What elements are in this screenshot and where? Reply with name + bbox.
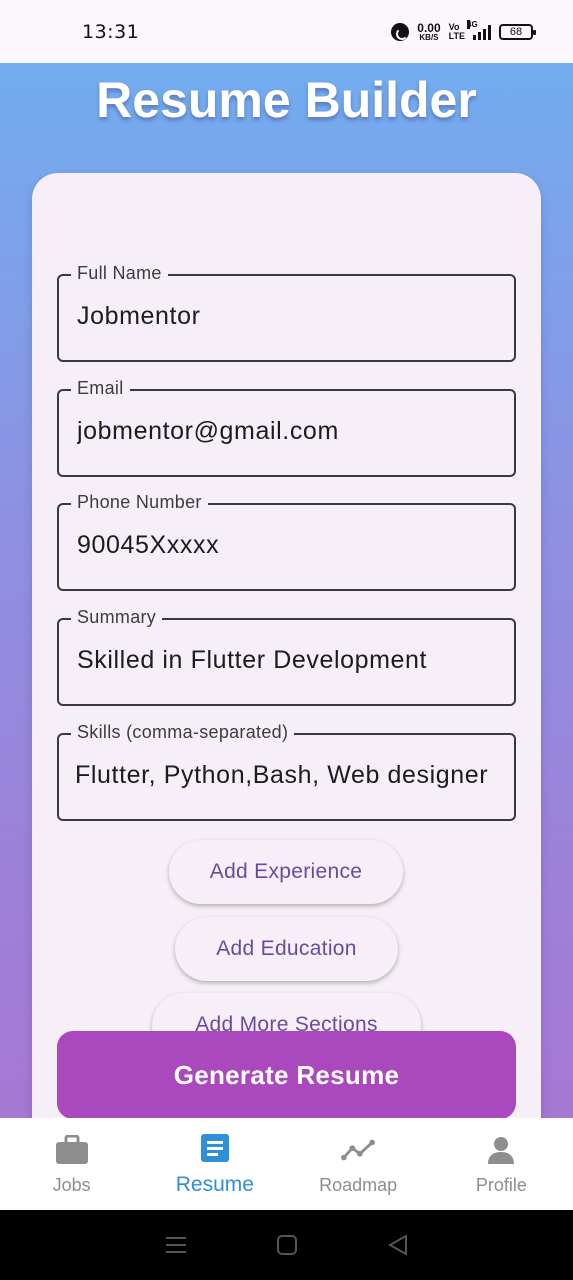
nav-item-jobs[interactable]: Jobs bbox=[0, 1118, 143, 1210]
status-icons: 0.00 KB/S Vo LTE 4G 68 bbox=[391, 19, 536, 42]
phone-input[interactable]: 90045Xxxxx bbox=[77, 531, 507, 560]
nav-label-resume: Resume bbox=[175, 1173, 254, 1196]
nav-item-resume[interactable]: Resume bbox=[143, 1118, 286, 1210]
person-icon bbox=[484, 1133, 518, 1167]
phone-label: Phone Number bbox=[71, 492, 208, 513]
summary-label: Summary bbox=[71, 607, 163, 628]
bottom-navigation: Jobs Resume Roadmap Profile bbox=[0, 1118, 573, 1210]
nav-item-roadmap[interactable]: Roadmap bbox=[287, 1118, 430, 1210]
briefcase-icon bbox=[55, 1133, 89, 1167]
network-speed: 0.00 KB/S bbox=[417, 22, 440, 42]
summary-field[interactable]: Summary Skilled in Flutter Development bbox=[57, 607, 516, 706]
resume-form-card: Full Name Jobmentor Email jobmentor@gmai… bbox=[32, 173, 541, 1118]
nav-label-roadmap: Roadmap bbox=[319, 1174, 398, 1195]
phone-field[interactable]: Phone Number 90045Xxxxx bbox=[57, 492, 516, 591]
app-background: Resume Builder Full Name Jobmentor Email… bbox=[0, 63, 573, 1118]
roadmap-icon bbox=[341, 1133, 376, 1167]
system-navigation-bar bbox=[0, 1210, 573, 1280]
generate-resume-button[interactable]: Generate Resume bbox=[57, 1031, 516, 1118]
signal-4g-label: 4G bbox=[467, 19, 478, 29]
nav-label-profile: Profile bbox=[475, 1174, 527, 1195]
network-speed-unit: KB/S bbox=[419, 32, 439, 42]
full-name-input[interactable]: Jobmentor bbox=[77, 302, 507, 331]
volte-bottom: LTE bbox=[448, 30, 465, 41]
battery-icon: 68 bbox=[499, 23, 536, 40]
network-speed-value: 0.00 bbox=[417, 20, 441, 35]
signal-icon: 4G bbox=[467, 19, 491, 40]
add-experience-button[interactable]: Add Experience bbox=[169, 840, 403, 904]
alarm-icon bbox=[391, 22, 410, 41]
nav-label-jobs: Jobs bbox=[52, 1174, 91, 1195]
summary-input[interactable]: Skilled in Flutter Development bbox=[77, 646, 507, 675]
volte-icon: Vo LTE bbox=[448, 22, 465, 41]
nav-item-profile[interactable]: Profile bbox=[430, 1118, 573, 1210]
page-title: Resume Builder bbox=[96, 72, 477, 128]
document-icon bbox=[198, 1131, 232, 1165]
full-name-label: Full Name bbox=[71, 263, 168, 284]
full-name-field[interactable]: Full Name Jobmentor bbox=[57, 263, 516, 362]
home-icon[interactable] bbox=[276, 1234, 298, 1256]
email-input[interactable]: jobmentor@gmail.com bbox=[77, 417, 507, 446]
add-education-button[interactable]: Add Education bbox=[175, 917, 398, 981]
skills-field[interactable]: Skills (comma-separated) Flutter, Python… bbox=[57, 722, 516, 821]
skills-input[interactable]: Flutter, Python,Bash, Web designer bbox=[75, 761, 505, 790]
battery-level: 68 bbox=[509, 25, 523, 38]
back-icon[interactable] bbox=[387, 1234, 409, 1256]
email-label: Email bbox=[71, 378, 130, 399]
menu-icon[interactable] bbox=[165, 1234, 187, 1256]
skills-label: Skills (comma-separated) bbox=[71, 722, 295, 743]
status-time: 13:31 bbox=[82, 20, 140, 43]
status-bar: 13:31 0.00 KB/S Vo LTE 4G 68 bbox=[0, 0, 573, 63]
email-field[interactable]: Email jobmentor@gmail.com bbox=[57, 378, 516, 477]
